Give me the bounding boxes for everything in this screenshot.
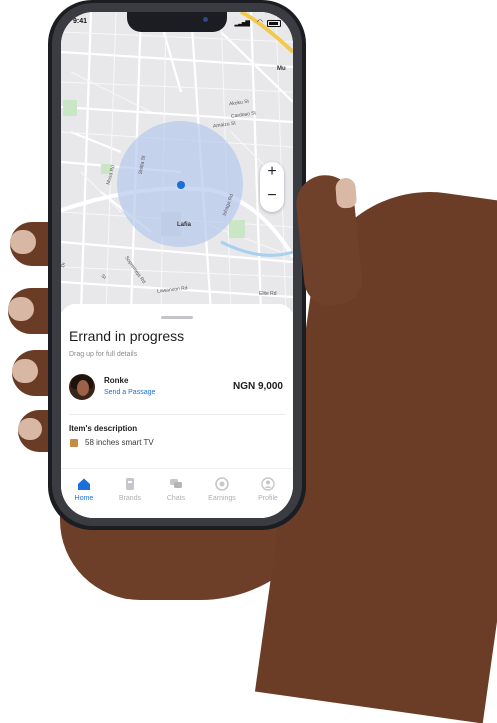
zoom-out-button[interactable]: − <box>260 187 284 205</box>
phone-notch <box>127 12 227 32</box>
home-icon <box>78 478 90 490</box>
sheet-subtitle: Drag up for full details <box>69 351 138 358</box>
wifi-icon: ◠ <box>256 19 263 26</box>
battery-icon <box>267 20 281 27</box>
rider-name: Ronke <box>104 376 129 385</box>
finger-nail <box>12 359 38 383</box>
earnings-icon <box>215 477 229 491</box>
thumb-nail <box>334 177 358 209</box>
finger-nail <box>18 418 42 440</box>
send-passage-link[interactable]: Send a Passage <box>104 389 155 396</box>
tab-chats[interactable]: Chats <box>153 477 199 502</box>
divider <box>69 414 285 415</box>
finger-nail <box>10 230 36 254</box>
map-canvas[interactable] <box>61 12 293 313</box>
zoom-in-button[interactable]: + <box>260 163 284 181</box>
sheet-title: Errand in progress <box>69 328 185 344</box>
tab-label: Profile <box>258 495 278 502</box>
zoom-control: + − <box>260 162 284 212</box>
status-time: 9:41 <box>73 18 88 25</box>
map-label: Mu <box>277 66 286 72</box>
item-description-title: Item's description <box>69 424 138 433</box>
signal-icon: ▂▃▅▇ <box>234 21 251 27</box>
bottom-tab-bar: Home Brands Chats Earnings Profile <box>61 468 293 518</box>
package-icon <box>70 439 78 447</box>
drag-handle[interactable] <box>161 316 193 319</box>
tab-label: Chats <box>166 495 186 502</box>
map-label: Lafia <box>177 222 192 228</box>
tab-label: Earnings <box>208 495 236 502</box>
phone-screen: Mu Akoku St Cardoso St Amaizu St Musa Rd… <box>61 12 293 518</box>
tab-brands[interactable]: Brands <box>107 477 153 502</box>
map-label: Elite Rd <box>259 291 277 297</box>
tab-earnings[interactable]: Earnings <box>199 477 245 502</box>
chats-icon <box>170 479 182 488</box>
errand-price: NGN 9,000 <box>232 381 283 392</box>
brands-icon <box>126 478 134 490</box>
tab-home[interactable]: Home <box>61 477 107 502</box>
tab-label: Brands <box>118 495 142 502</box>
tab-profile[interactable]: Profile <box>245 477 291 502</box>
tab-label: Home <box>74 495 94 502</box>
item-description: 58 inches smart TV <box>85 438 154 447</box>
profile-icon <box>261 477 275 491</box>
camera-icon <box>203 17 208 22</box>
finger-nail <box>8 297 34 321</box>
map-view[interactable]: Mu Akoku St Cardoso St Amaizu St Musa Rd… <box>61 12 293 313</box>
rider-avatar <box>69 374 95 400</box>
